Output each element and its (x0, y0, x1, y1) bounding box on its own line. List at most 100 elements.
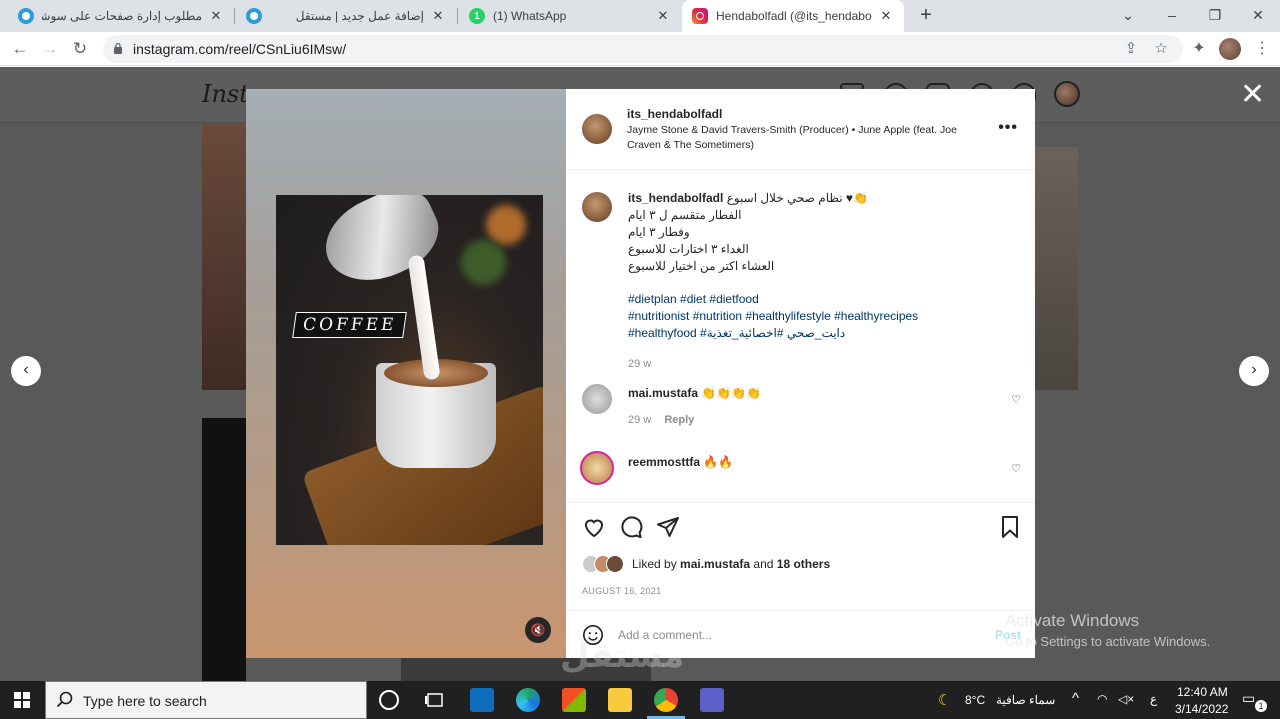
share-icon[interactable]: ⇪ (1121, 39, 1141, 59)
menu-kebab-icon[interactable]: ⋮ (1250, 37, 1274, 61)
post-date[interactable]: AUGUST 16, 2021 (582, 586, 661, 596)
browser-toolbar: ← → ↻ instagram.com/reel/CSnLiu6IMsw/ ⇪ … (0, 32, 1280, 66)
extensions-puzzle-icon[interactable]: ✦ (1187, 37, 1211, 61)
heart-icon[interactable]: ♡ (1010, 463, 1022, 475)
media-overlay-label: COFFEE (292, 312, 408, 338)
comment-username[interactable]: mai.mustafa (628, 386, 698, 400)
file-explorer-icon[interactable] (608, 688, 632, 712)
liked-by-user[interactable]: mai.mustafa (680, 557, 750, 571)
back-button[interactable]: ← (8, 37, 32, 61)
grid-thumbnail[interactable] (1035, 147, 1078, 390)
more-options-icon[interactable]: ••• (998, 119, 1018, 137)
post-sidebar: its_hendabolfadl Jayme Stone & David Tra… (566, 89, 1035, 658)
weather-temp[interactable]: 8°C (965, 693, 985, 707)
tab-whatsapp[interactable]: 1 (1) WhatsApp ✕ (459, 0, 681, 32)
previous-arrow-button[interactable]: ‹ (11, 356, 41, 386)
tab-title: (1) WhatsApp (493, 9, 567, 23)
avatar[interactable] (582, 192, 612, 222)
mute-icon[interactable]: 🔇 (525, 617, 551, 643)
avatar (606, 555, 624, 573)
wifi-icon[interactable]: ◠ (1097, 692, 1107, 706)
close-icon[interactable]: ✕ (1240, 80, 1265, 110)
chevron-up-icon[interactable]: ^ (1072, 690, 1079, 707)
minimize-button[interactable]: – (1150, 0, 1194, 32)
activate-windows-watermark: Activate Windows Go to Settings to activ… (1005, 611, 1210, 649)
tab-mostaql-social[interactable]: مطلوب إدارة صفحات على سوشيال ✕ (8, 0, 234, 32)
caption-username[interactable]: its_hendabolfadl (628, 191, 723, 205)
windows-taskbar: Type here to search ☾ 8°C سماء صافية ^ ◠… (0, 681, 1280, 719)
notification-icon[interactable]: ▭ (1242, 690, 1255, 707)
task-view-icon[interactable] (423, 688, 447, 712)
activate-title: Activate Windows (1005, 611, 1140, 630)
liked-by-others[interactable]: 18 others (777, 557, 830, 571)
post-username[interactable]: its_hendabolfadl (627, 107, 722, 121)
url-text: instagram.com/reel/CSnLiu6IMsw/ (133, 41, 347, 57)
close-icon[interactable]: ✕ (878, 8, 894, 24)
volume-muted-icon[interactable]: ◁× (1118, 692, 1134, 706)
bokeh-light (486, 205, 526, 245)
restore-button[interactable]: ❐ (1193, 0, 1237, 32)
hashtag-line[interactable]: #healthyfood #دايت_صحي #اخصائية_تغذية (628, 325, 968, 342)
close-icon[interactable]: ✕ (208, 8, 224, 24)
caption-text: نظام صحي خلال اسبوع ♥👏 (726, 191, 868, 205)
clock-date[interactable]: 3/14/2022 (1175, 702, 1228, 716)
profile-avatar[interactable] (1219, 38, 1241, 60)
window-close-button[interactable]: ✕ (1236, 0, 1280, 32)
caption-line: العشاء اكتر من اختيار للاسبوع (628, 259, 775, 273)
language-indicator[interactable]: ع (1150, 692, 1157, 706)
store-icon[interactable] (562, 688, 586, 712)
next-arrow-button[interactable]: › (1239, 356, 1269, 386)
avatar[interactable] (580, 451, 614, 485)
close-icon[interactable]: ✕ (430, 8, 446, 24)
avatar[interactable] (582, 114, 612, 144)
tab-instagram[interactable]: Hendabolfadl (@its_hendabolfadl ✕ (682, 0, 904, 32)
reload-button[interactable]: ↻ (68, 37, 92, 61)
post-actions: Liked by mai.mustafa and 18 others AUGUS… (566, 502, 1035, 610)
tab-search-button[interactable]: ⌄ (1106, 0, 1150, 32)
mail-icon[interactable] (470, 688, 494, 712)
teams-icon[interactable] (700, 688, 724, 712)
tab-mostaql-add-work[interactable]: إضافة عمل جديد | مستقل ✕ (236, 0, 456, 32)
close-icon[interactable]: ✕ (655, 8, 671, 24)
grid-thumbnail[interactable] (202, 418, 246, 681)
mostaql-icon (18, 8, 34, 24)
weather-text[interactable]: سماء صافية (996, 693, 1055, 707)
forward-button[interactable]: → (38, 37, 62, 61)
caption-line: وفطار ٣ ايام (628, 225, 690, 239)
post-media[interactable]: COFFEE 🔇 (246, 89, 566, 658)
heart-icon[interactable]: ♡ (1010, 394, 1022, 406)
comment-username[interactable]: reemmosttfa (628, 455, 700, 469)
reply-button[interactable]: Reply (664, 414, 694, 426)
comment-text: 🔥🔥 (703, 455, 734, 469)
bookmark-star-icon[interactable]: ☆ (1151, 39, 1171, 59)
hashtags: #dietplan #diet #dietfood #nutritionist … (628, 291, 968, 342)
hashtag-line[interactable]: #nutritionist #nutrition #healthylifesty… (628, 308, 968, 325)
taskbar-search[interactable]: Type here to search (45, 681, 367, 719)
hashtag-line[interactable]: #dietplan #diet #dietfood (628, 291, 968, 308)
activate-subtitle: Go to Settings to activate Windows. (1005, 634, 1211, 649)
comment-timestamp[interactable]: 29 w (628, 414, 651, 426)
cortana-icon[interactable] (379, 690, 399, 710)
clock-time[interactable]: 12:40 AM (1177, 685, 1228, 699)
comment-text: 👏👏👏👏 (701, 386, 762, 400)
edge-icon[interactable] (516, 688, 540, 712)
share-icon[interactable] (656, 515, 680, 539)
audio-attribution[interactable]: Jayme Stone & David Travers-Smith (Produ… (627, 123, 987, 153)
bookmark-icon[interactable] (998, 515, 1022, 539)
address-bar[interactable]: instagram.com/reel/CSnLiu6IMsw/ ⇪ ☆ (103, 35, 1183, 63)
heart-icon[interactable] (582, 515, 606, 539)
comment-item: mai.mustafa 👏👏👏👏 29 w Reply (628, 386, 761, 426)
tab-title: مطلوب إدارة صفحات على سوشيال (42, 9, 202, 23)
notification-count: 1 (1255, 700, 1267, 712)
new-tab-button[interactable]: + (914, 4, 938, 28)
post-header: its_hendabolfadl Jayme Stone & David Tra… (566, 89, 1035, 170)
avatar[interactable] (582, 384, 612, 414)
grid-thumbnail[interactable] (202, 123, 246, 390)
moon-icon: ☾ (938, 692, 952, 709)
avatar[interactable] (1054, 81, 1080, 107)
liked-by-prefix: Liked by (632, 557, 677, 571)
windows-start-icon[interactable] (0, 681, 44, 719)
caption-timestamp[interactable]: 29 w (628, 358, 968, 370)
comment-icon[interactable] (619, 515, 643, 539)
chrome-icon[interactable] (654, 688, 678, 712)
